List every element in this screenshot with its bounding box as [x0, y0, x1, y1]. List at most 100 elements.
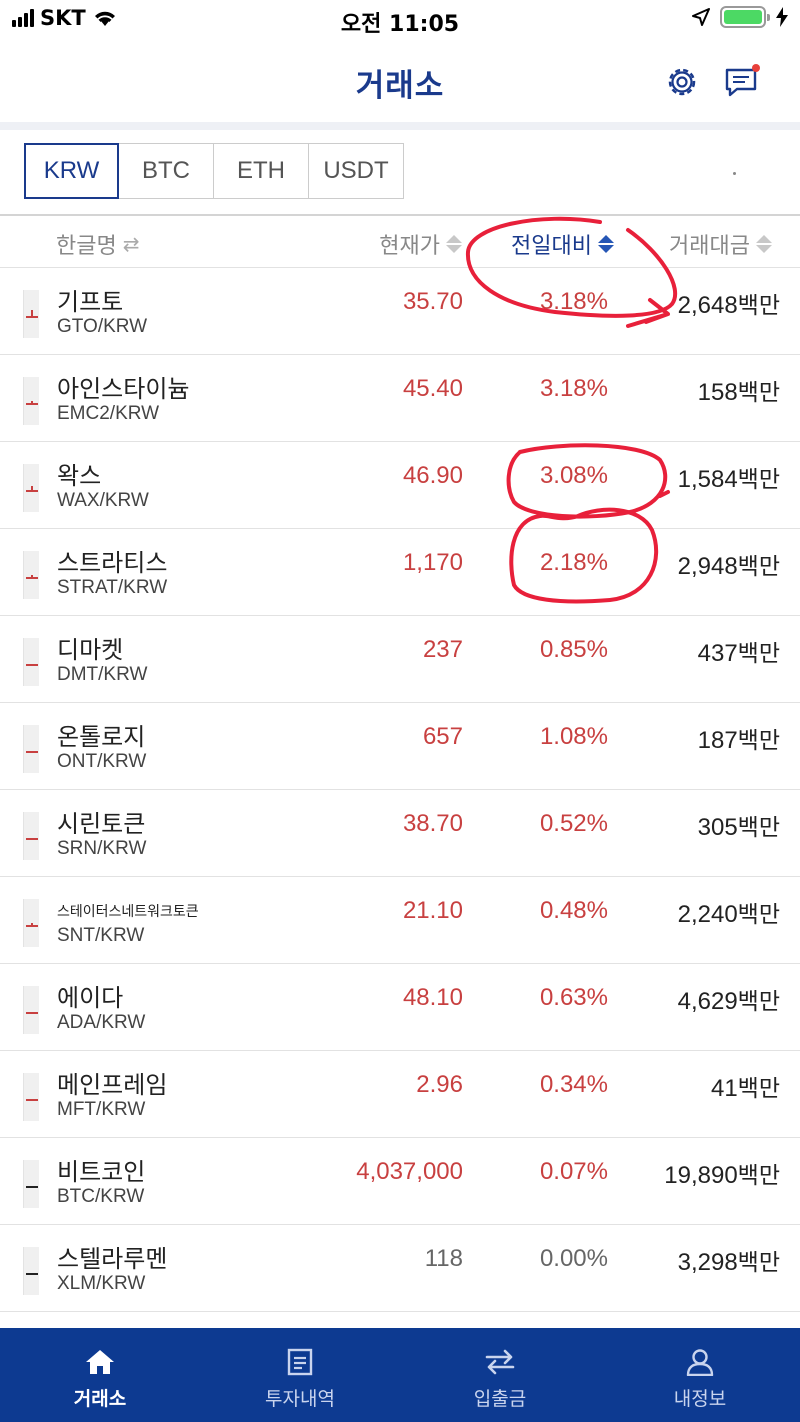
coin-row[interactable]: 스테이터스네트워크토큰 SNT/KRW 21.10 0.48% 2,240백만 — [0, 877, 800, 964]
person-icon — [686, 1349, 714, 1376]
coin-price: 45.40 — [402, 375, 463, 402]
market-tabs: KRW BTC ETH USDT — [24, 143, 404, 199]
mini-candle-icon — [23, 1160, 39, 1208]
volume-unit: 백만 — [737, 467, 780, 493]
coin-row[interactable]: 왁스 WAX/KRW 46.90 3.08% 1,584백만 — [0, 442, 800, 529]
chat-button[interactable] — [720, 60, 764, 104]
coin-price: 657 — [422, 723, 463, 750]
volume-value: 2,240 — [677, 901, 738, 928]
document-icon — [287, 1348, 313, 1376]
app-header: 거래소 — [0, 44, 800, 122]
coin-row[interactable]: 비트코인 BTC/KRW 4,037,000 0.07% 19,890백만 — [0, 1138, 800, 1225]
sort-by-volume[interactable]: 거래대금 — [669, 228, 772, 260]
battery-icon — [720, 6, 770, 28]
volume-unit: 백만 — [737, 293, 780, 319]
location-arrow-icon — [692, 8, 710, 26]
coin-row[interactable]: 디마켓 DMT/KRW 237 0.85% 437백만 — [0, 616, 800, 703]
coin-row[interactable]: 메인프레임 MFT/KRW 2.96 0.34% 41백만 — [0, 1051, 800, 1138]
coin-name: 에이다 — [57, 984, 124, 1012]
transfer-arrows-icon — [485, 1349, 515, 1375]
coin-volume: 2,648백만 — [678, 286, 780, 320]
stray-dot — [733, 172, 736, 175]
coin-change: 0.52% — [539, 810, 608, 837]
tab-krw[interactable]: KRW — [24, 143, 119, 199]
tab-usdt[interactable]: USDT — [309, 143, 404, 199]
coin-list: 기프토 GTO/KRW 35.70 3.18% 2,648백만 아인스타이늄 E… — [0, 268, 800, 1312]
coin-row[interactable]: 스트라티스 STRAT/KRW 1,170 2.18% 2,948백만 — [0, 529, 800, 616]
nav-my-info-label: 내정보 — [673, 1388, 727, 1410]
tab-btc[interactable]: BTC — [119, 143, 214, 199]
settings-gear-icon — [668, 68, 696, 96]
coin-change: 0.63% — [539, 984, 608, 1011]
coin-pair: GTO/KRW — [57, 316, 148, 337]
mini-candle-icon — [23, 1247, 39, 1295]
volume-value: 187 — [697, 727, 738, 754]
coin-change: 2.18% — [539, 549, 608, 576]
coin-price: 46.90 — [402, 462, 463, 489]
mini-candle-icon — [23, 551, 39, 599]
coin-change: 0.48% — [539, 897, 608, 924]
volume-value: 4,629 — [677, 988, 738, 1015]
sort-arrows-icon — [446, 235, 462, 253]
header-divider — [0, 122, 800, 130]
tab-eth[interactable]: ETH — [214, 143, 309, 199]
coin-change: 0.00% — [539, 1245, 608, 1272]
volume-value: 3,298 — [677, 1249, 738, 1276]
column-change-label: 전일대비 — [511, 234, 592, 259]
volume-value: 1,584 — [677, 466, 738, 493]
coin-pair: ADA/KRW — [57, 1012, 146, 1033]
coin-pair: STRAT/KRW — [57, 577, 168, 598]
bottom-nav: 거래소 투자내역 입출금 내정보 — [0, 1328, 800, 1422]
volume-unit: 백만 — [737, 1076, 780, 1102]
coin-row[interactable]: 스텔라루멘 XLM/KRW 118 0.00% 3,298백만 — [0, 1225, 800, 1312]
coin-volume: 437백만 — [698, 634, 780, 668]
mini-candle-icon — [23, 812, 39, 860]
nav-my-info[interactable]: 내정보 — [600, 1328, 800, 1422]
volume-unit: 백만 — [737, 1250, 780, 1276]
coin-volume: 19,890백만 — [664, 1156, 780, 1190]
mini-candle-icon — [23, 377, 39, 425]
nav-investments[interactable]: 투자내역 — [200, 1328, 400, 1422]
coin-row[interactable]: 아인스타이늄 EMC2/KRW 45.40 3.18% 158백만 — [0, 355, 800, 442]
settings-button[interactable] — [660, 60, 704, 104]
coin-row[interactable]: 에이다 ADA/KRW 48.10 0.63% 4,629백만 — [0, 964, 800, 1051]
sort-arrows-icon — [756, 235, 772, 253]
coin-pair: ONT/KRW — [57, 751, 147, 772]
volume-unit: 백만 — [737, 1163, 780, 1189]
nav-exchange[interactable]: 거래소 — [0, 1328, 200, 1422]
sort-by-change[interactable]: 전일대비 — [511, 228, 614, 260]
coin-name: 시린토큰 — [57, 810, 146, 838]
volume-value: 158 — [697, 379, 738, 406]
volume-value: 19,890 — [664, 1162, 738, 1189]
coin-price: 1,170 — [402, 549, 463, 576]
sort-by-name[interactable]: 한글명 ⇄ — [56, 228, 140, 260]
coin-change: 0.07% — [539, 1158, 608, 1185]
coin-pair: MFT/KRW — [57, 1099, 146, 1120]
coin-volume: 2,240백만 — [678, 895, 780, 929]
mini-candle-icon — [23, 1073, 39, 1121]
mini-candle-icon — [23, 986, 39, 1034]
coin-pair: XLM/KRW — [57, 1273, 146, 1294]
coin-pair: BTC/KRW — [57, 1186, 145, 1207]
mini-candle-icon — [23, 725, 39, 773]
nav-deposit-withdraw[interactable]: 입출금 — [400, 1328, 600, 1422]
coin-row[interactable]: 시린토큰 SRN/KRW 38.70 0.52% 305백만 — [0, 790, 800, 877]
coin-volume: 305백만 — [698, 808, 780, 842]
coin-pair: WAX/KRW — [57, 490, 149, 511]
coin-name: 스트라티스 — [57, 549, 168, 577]
volume-value: 437 — [697, 640, 738, 667]
coin-volume: 41백만 — [711, 1069, 780, 1103]
coin-volume: 3,298백만 — [678, 1243, 780, 1277]
coin-row[interactable]: 기프토 GTO/KRW 35.70 3.18% 2,648백만 — [0, 268, 800, 355]
coin-name: 디마켓 — [57, 636, 124, 664]
coin-row[interactable]: 온톨로지 ONT/KRW 657 1.08% 187백만 — [0, 703, 800, 790]
nav-investments-label: 투자내역 — [265, 1388, 335, 1410]
coin-name: 아인스타이늄 — [57, 375, 190, 403]
column-header-row: 한글명 ⇄ 현재가 전일대비 거래대금 — [0, 214, 800, 268]
coin-name: 비트코인 — [57, 1158, 146, 1186]
status-icons — [692, 6, 788, 28]
sort-by-price[interactable]: 현재가 — [379, 228, 462, 260]
clock: 오전 11:05 — [340, 12, 460, 37]
coin-price: 2.96 — [416, 1071, 463, 1098]
coin-volume: 187백만 — [698, 721, 780, 755]
